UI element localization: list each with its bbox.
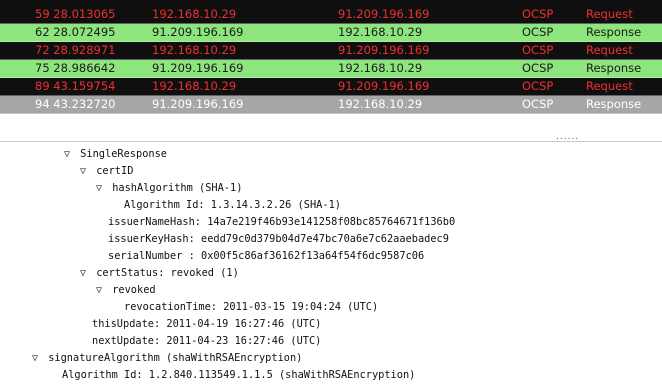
tree-node-cert-id[interactable]: ▽ certID	[76, 163, 133, 180]
packet-info: Request	[586, 7, 633, 21]
packet-protocol: OCSP	[522, 79, 554, 93]
tree-node-hash-algorithm[interactable]: ▽ hashAlgorithm (SHA-1)	[92, 180, 242, 197]
triangle-down-icon[interactable]: ▽	[92, 282, 106, 299]
packet-row[interactable]: 62 28.072495 91.209.196.169 192.168.10.2…	[0, 24, 662, 42]
packet-number-time: 75 28.986642	[35, 61, 116, 75]
packet-row-selected[interactable]: 94 43.232720 91.209.196.169 192.168.10.2…	[0, 96, 662, 114]
packet-protocol: OCSP	[522, 25, 554, 39]
packet-row[interactable]: 75 28.986642 91.209.196.169 192.168.10.2…	[0, 60, 662, 78]
triangle-down-icon[interactable]: ▽	[92, 180, 106, 197]
packet-info: Request	[586, 79, 633, 93]
packet-number-time: 62 28.072495	[35, 25, 116, 39]
packet-row[interactable]: 89 43.159754 192.168.10.29 91.209.196.16…	[0, 78, 662, 96]
tree-label: revoked	[112, 284, 156, 296]
packet-destination: 192.168.10.29	[338, 61, 423, 75]
packet-destination: 91.209.196.169	[338, 7, 430, 21]
packet-destination: 192.168.10.29	[338, 97, 423, 111]
packet-number-time: 89 43.159754	[35, 79, 116, 93]
tree-label: signatureAlgorithm (shaWithRSAEncryption…	[48, 352, 303, 364]
packet-source: 91.209.196.169	[152, 97, 244, 111]
packet-number-time: 59 28.013065	[35, 7, 116, 21]
tree-leaf-serial-number[interactable]: serialNumber : 0x00f5c86af36162f13a64f54…	[108, 248, 424, 265]
packet-info: Request	[586, 43, 633, 57]
packet-row[interactable]: 72 28.928971 192.168.10.29 91.209.196.16…	[0, 42, 662, 60]
triangle-down-icon[interactable]: ▽	[76, 265, 90, 282]
triangle-down-icon[interactable]: ▽	[60, 146, 74, 163]
pane-divider	[0, 141, 662, 142]
packet-destination: 91.209.196.169	[338, 79, 430, 93]
packet-list: 59 28.013065 192.168.10.29 91.209.196.16…	[0, 6, 662, 114]
tree-label: certID	[96, 165, 134, 177]
tree-leaf-revocation-time[interactable]: revocationTime: 2011-03-15 19:04:24 (UTC…	[124, 299, 378, 316]
packet-number-time: 72 28.928971	[35, 43, 116, 57]
tree-node-cert-status[interactable]: ▽ certStatus: revoked (1)	[76, 265, 239, 282]
packet-protocol: OCSP	[522, 43, 554, 57]
packet-source: 91.209.196.169	[152, 61, 244, 75]
packet-protocol: OCSP	[522, 7, 554, 21]
packet-source: 192.168.10.29	[152, 43, 237, 57]
tree-leaf-this-update[interactable]: thisUpdate: 2011-04-19 16:27:46 (UTC)	[92, 316, 321, 333]
packet-info: Response	[586, 97, 642, 111]
tree-label: SingleResponse	[80, 148, 167, 160]
packet-row[interactable]: 59 28.013065 192.168.10.29 91.209.196.16…	[0, 6, 662, 24]
packet-number-time: 94 43.232720	[35, 97, 116, 111]
tree-leaf-issuer-key-hash[interactable]: issuerKeyHash: eedd79c0d379b04d7e47bc70a…	[108, 231, 449, 248]
packet-source: 192.168.10.29	[152, 79, 237, 93]
packet-destination: 91.209.196.169	[338, 43, 430, 57]
tree-leaf-issuer-name-hash[interactable]: issuerNameHash: 14a7e219f46b93e141258f08…	[108, 214, 455, 231]
tree-node-signature-algorithm[interactable]: ▽ signatureAlgorithm (shaWithRSAEncrypti…	[28, 350, 302, 367]
tree-leaf-sig-algorithm-id[interactable]: Algorithm Id: 1.2.840.113549.1.1.5 (shaW…	[62, 367, 415, 384]
packet-protocol: OCSP	[522, 97, 554, 111]
tree-node-single-response[interactable]: ▽ SingleResponse	[60, 146, 167, 163]
tree-label: certStatus: revoked (1)	[96, 267, 239, 279]
packet-source: 192.168.10.29	[152, 7, 237, 21]
tree-leaf-next-update[interactable]: nextUpdate: 2011-04-23 16:27:46 (UTC)	[92, 333, 321, 350]
packet-source: 91.209.196.169	[152, 25, 244, 39]
tree-leaf-algorithm-id[interactable]: Algorithm Id: 1.3.14.3.2.26 (SHA-1)	[124, 197, 341, 214]
packet-protocol: OCSP	[522, 61, 554, 75]
tree-node-revoked[interactable]: ▽ revoked	[92, 282, 156, 299]
packet-info: Response	[586, 61, 642, 75]
triangle-down-icon[interactable]: ▽	[76, 163, 90, 180]
tree-label: hashAlgorithm (SHA-1)	[112, 182, 243, 194]
triangle-down-icon[interactable]: ▽	[28, 350, 42, 367]
packet-info: Response	[586, 25, 642, 39]
packet-destination: 192.168.10.29	[338, 25, 423, 39]
